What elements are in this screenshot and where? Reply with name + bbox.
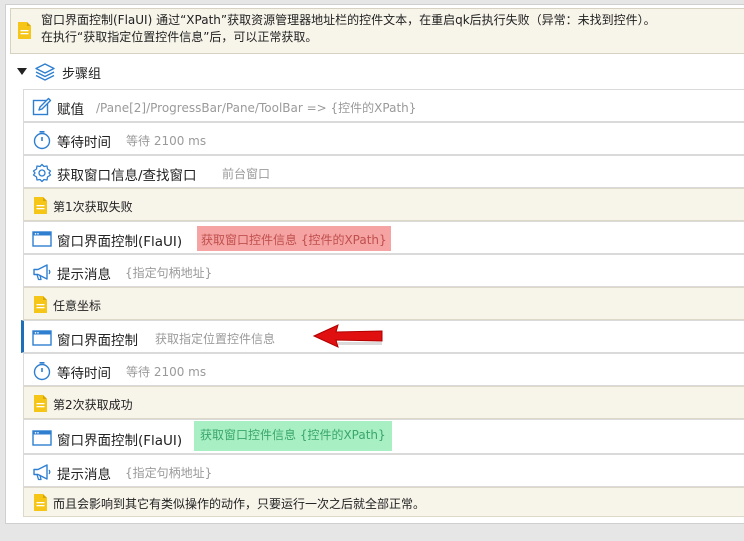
step-title: 赋值 [57,102,84,118]
step-title: 等待时间 [57,366,111,382]
step-row-assign[interactable]: 赋值 /Pane[2]/ProgressBar/Pane/ToolBar => … [23,89,744,122]
step-title: 任意坐标 [53,299,102,313]
collapse-triangle-icon[interactable] [17,68,27,75]
red-arrow-icon [312,324,383,348]
window-icon [32,430,52,446]
step-row-flaui-1[interactable]: 窗口界面控制(FlaUI) 获取窗口控件信息 {控件的XPath} [23,221,744,254]
step-subtitle: 等待 2100 ms [126,134,207,148]
step-title: 第2次获取成功 [53,398,133,412]
step-row-wait-2[interactable]: 等待时间 等待 2100 ms [23,353,744,386]
timer-icon [33,131,51,150]
top-note[interactable]: 窗口界面控制(FlaUI) 通过“XPath”获取资源管理器地址栏的控件文本，在… [10,8,744,54]
step-subtitle: 获取窗口控件信息 {控件的XPath} [197,226,391,251]
step-subtitle: 获取窗口控件信息 {控件的XPath} [194,421,392,451]
step-group-header[interactable]: 步骤组 [10,60,744,84]
step-row-message-1[interactable]: 提示消息 {指定句柄地址} [23,254,744,287]
note-icon [18,22,31,39]
layers-icon [35,63,55,81]
window-icon [32,330,52,346]
step-title: 获取窗口信息/查找窗口 [57,168,197,184]
note-icon [34,197,47,214]
step-subtitle: 前台窗口 [222,167,271,181]
note-icon [34,395,47,412]
step-title: 提示消息 [57,467,111,483]
note-icon [34,296,47,313]
top-note-line2: 在执行“获取指定位置控件信息”后，可以正常获取。 [41,30,318,44]
step-subtitle: 等待 2100 ms [126,365,207,379]
step-subtitle: {指定句柄地址} [125,466,213,480]
step-subtitle: 获取指定位置控件信息 [155,332,276,346]
megaphone-icon [33,264,51,281]
step-subtitle: {指定句柄地址} [125,266,213,280]
step-subtitle: /Pane[2]/ProgressBar/Pane/ToolBar => {控件… [96,101,417,115]
step-row-note-4[interactable]: 而且会影响到其它有类似操作的动作，只要运行一次之后就全部正常。 [23,487,744,517]
step-title: 提示消息 [57,267,111,283]
step-title: 等待时间 [57,135,111,151]
step-title: 窗口界面控制 [57,333,138,349]
step-title: 窗口界面控制(FlaUI) [57,433,183,449]
step-row-wait[interactable]: 等待时间 等待 2100 ms [23,122,744,155]
window-icon [32,231,52,247]
step-row-note-1[interactable]: 第1次获取失败 [23,188,744,221]
step-title: 第1次获取失败 [53,200,133,214]
top-note-line1: 窗口界面控制(FlaUI) 通过“XPath”获取资源管理器地址栏的控件文本，在… [41,13,656,27]
megaphone-icon [33,464,51,481]
step-row-note-3[interactable]: 第2次获取成功 [23,386,744,419]
step-row-flaui-2[interactable]: 窗口界面控制(FlaUI) 获取窗口控件信息 {控件的XPath} [23,419,744,454]
step-group-label: 步骤组 [62,67,102,82]
step-row-note-2[interactable]: 任意坐标 [23,287,744,320]
step-title: 窗口界面控制(FlaUI) [57,234,183,250]
note-icon [34,494,47,511]
step-title: 而且会影响到其它有类似操作的动作，只要运行一次之后就全部正常。 [53,497,426,511]
edit-icon [32,97,52,116]
gear-icon [32,163,52,183]
step-row-message-2[interactable]: 提示消息 {指定句柄地址} [23,454,744,487]
step-row-get-window-info[interactable]: 获取窗口信息/查找窗口 前台窗口 [23,155,744,188]
timer-icon [33,362,51,381]
